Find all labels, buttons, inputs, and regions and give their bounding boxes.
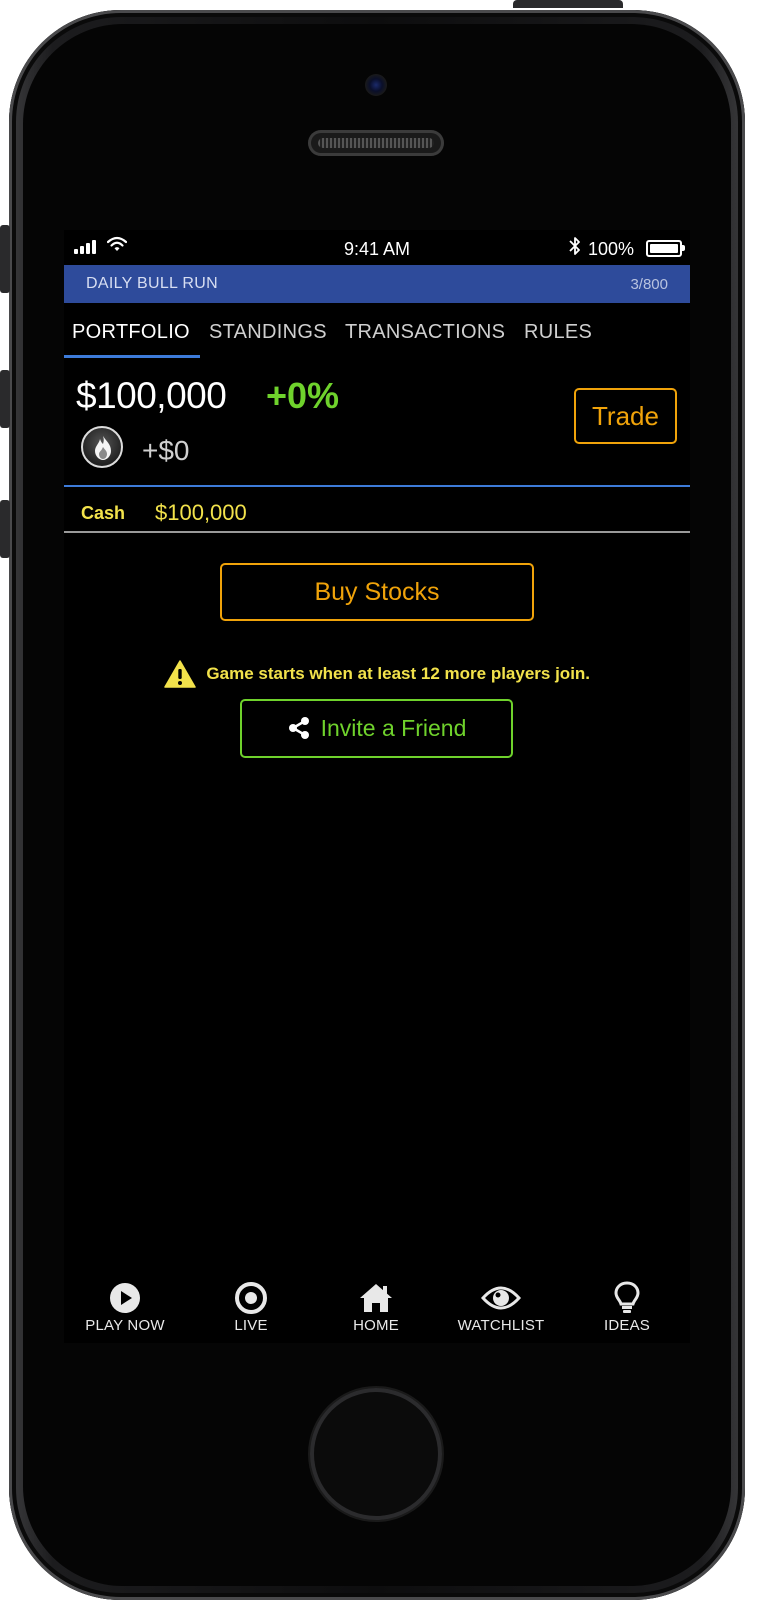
home-icon (360, 1284, 392, 1312)
lightbulb-icon (614, 1281, 640, 1313)
divider (64, 531, 690, 533)
battery-percent: 100% (588, 239, 635, 259)
app-screen: 9:41 AM 100% DAILY BULL RUN 3/800 PORTFO… (64, 230, 690, 1343)
share-icon (288, 716, 309, 739)
buy-stocks-button[interactable]: Buy Stocks (220, 563, 534, 621)
divider (64, 485, 690, 487)
player-count: 3/800 (630, 276, 668, 293)
nav-live[interactable]: LIVE (196, 1277, 306, 1334)
bluetooth-icon (569, 237, 580, 255)
game-start-warning: Game starts when at least 12 more player… (64, 660, 690, 688)
volume-up-button (0, 370, 10, 428)
tab-transactions[interactable]: TRANSACTIONS (345, 321, 505, 344)
live-icon (235, 1282, 267, 1314)
cash-value: $100,000 (155, 500, 247, 525)
volume-down-button (0, 500, 10, 558)
bottom-nav: PLAY NOW LIVE HOME WATCHLIST IDEAS (64, 1277, 690, 1343)
eye-icon (481, 1286, 521, 1310)
nav-home[interactable]: HOME (321, 1277, 431, 1334)
home-button[interactable] (310, 1388, 442, 1520)
game-title: DAILY BULL RUN (86, 275, 218, 292)
nav-label: IDEAS (603, 1317, 650, 1334)
warning-text: Game starts when at least 12 more player… (206, 664, 591, 683)
nav-ideas[interactable]: IDEAS (572, 1277, 682, 1334)
tab-rules[interactable]: RULES (524, 321, 592, 344)
status-bar: 9:41 AM 100% (64, 230, 690, 265)
nav-label: PLAY NOW (85, 1317, 165, 1334)
earpiece-speaker (308, 130, 444, 156)
fire-icon (81, 426, 123, 468)
play-icon (110, 1283, 140, 1313)
tab-standings[interactable]: STANDINGS (209, 321, 327, 344)
battery-icon (646, 240, 685, 257)
nav-play-now[interactable]: PLAY NOW (70, 1277, 180, 1334)
mute-switch (0, 225, 10, 293)
nav-label: WATCHLIST (457, 1317, 545, 1334)
nav-watchlist[interactable]: WATCHLIST (446, 1277, 556, 1334)
active-tab-indicator (64, 355, 200, 358)
game-header: DAILY BULL RUN 3/800 (64, 265, 690, 303)
nav-label: LIVE (234, 1317, 268, 1334)
portfolio-balance: $100,000 (76, 375, 227, 416)
power-button (513, 0, 623, 8)
portfolio-gain: +$0 (142, 435, 190, 466)
front-camera (365, 74, 387, 96)
tab-bar: PORTFOLIO STANDINGS TRANSACTIONS RULES (64, 305, 690, 359)
invite-friend-label: Invite a Friend (320, 715, 467, 741)
nav-label: HOME (353, 1317, 399, 1334)
invite-friend-button[interactable]: Invite a Friend (240, 699, 513, 758)
cash-label: Cash (81, 503, 126, 523)
portfolio-change-percent: +0% (266, 375, 340, 416)
tab-portfolio[interactable]: PORTFOLIO (72, 321, 190, 344)
trade-button[interactable]: Trade (574, 388, 677, 444)
warning-icon (164, 660, 196, 688)
